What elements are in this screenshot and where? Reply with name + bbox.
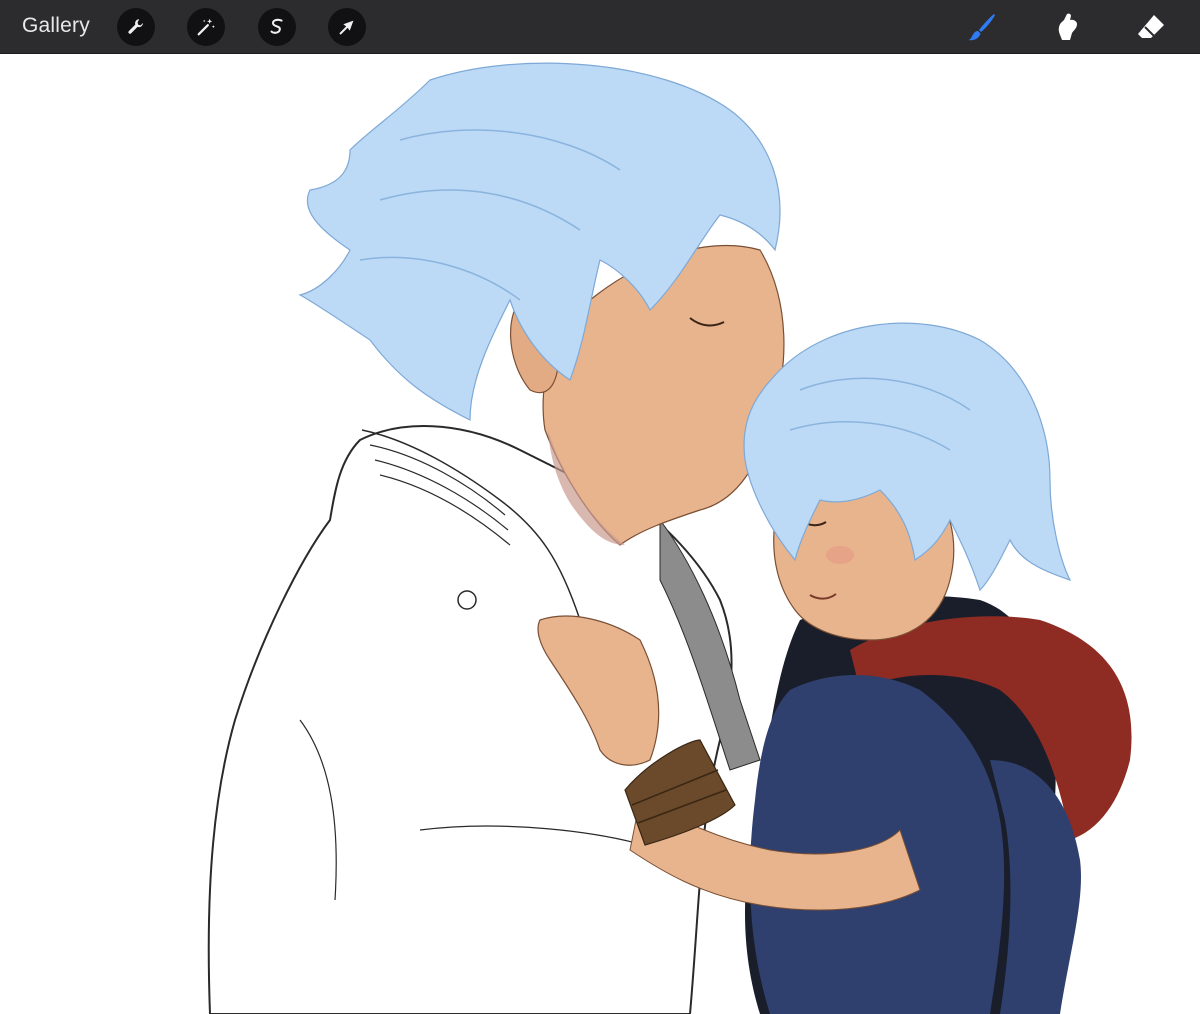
adjustments-button[interactable] xyxy=(187,8,225,46)
magic-wand-icon xyxy=(197,18,215,36)
eraser-icon xyxy=(1138,15,1164,38)
selection-button[interactable] xyxy=(258,8,296,46)
top-toolbar: Gallery xyxy=(0,0,1200,54)
wrench-icon xyxy=(128,19,143,34)
arrow-cursor-icon xyxy=(339,20,354,35)
paint-brush-tool[interactable] xyxy=(962,8,1002,46)
brush-icon xyxy=(968,14,995,41)
smudge-icon xyxy=(1058,13,1077,40)
artwork xyxy=(207,62,1132,1014)
eraser-tool[interactable] xyxy=(1131,8,1171,46)
smudge-tool[interactable] xyxy=(1047,8,1087,46)
drawing-canvas[interactable] xyxy=(0,54,1200,1014)
transform-button[interactable] xyxy=(328,8,366,46)
selection-s-icon xyxy=(270,18,283,34)
gallery-button[interactable]: Gallery xyxy=(22,14,90,38)
actions-button[interactable] xyxy=(117,8,155,46)
